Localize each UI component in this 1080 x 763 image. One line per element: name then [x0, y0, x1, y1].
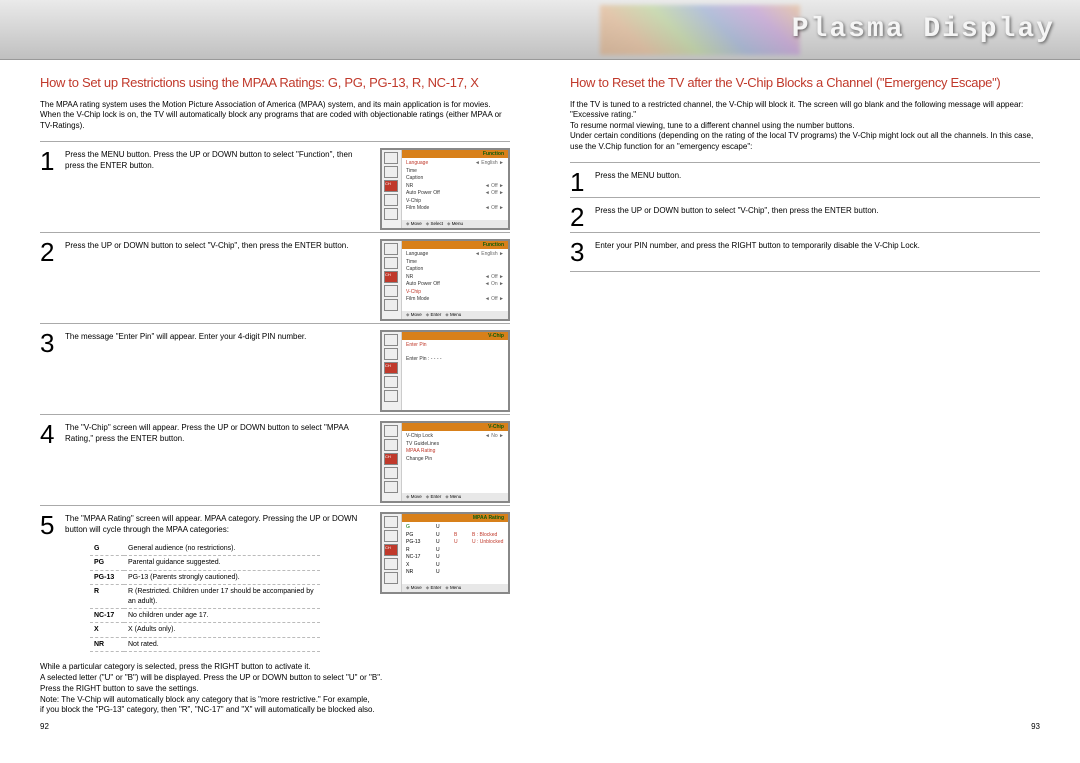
step-text: Press the UP or DOWN button to select "V…	[65, 239, 370, 252]
step-number: 2	[40, 239, 65, 265]
left-bottom-notes: While a particular category is selected,…	[40, 662, 510, 716]
step-text: The "V-Chip" screen will appear. Press t…	[65, 421, 370, 445]
step-text: Press the MENU button.	[595, 169, 1040, 182]
step-row: 4 The "V-Chip" screen will appear. Press…	[40, 414, 510, 505]
step-number: 2	[570, 204, 595, 230]
right-page: How to Reset the TV after the V-Chip Blo…	[540, 60, 1070, 726]
step-row: 2 Press the UP or DOWN button to select …	[570, 197, 1040, 232]
step-text: Press the UP or DOWN button to select "V…	[595, 204, 1040, 217]
left-section-title: How to Set up Restrictions using the MPA…	[40, 75, 510, 90]
osd-mpaa-rating-screenshot: CH MPAA Rating GU PGUBB : Blocked PG-13U…	[380, 512, 510, 594]
page-number-right: 93	[1031, 722, 1040, 731]
step-row: 3 The message "Enter Pin" will appear. E…	[40, 323, 510, 414]
table-row: NC-17No children under age 17.	[90, 608, 320, 622]
table-row: RR (Restricted. Children under 17 should…	[90, 585, 320, 609]
step-row: 1 Press the MENU button.	[570, 162, 1040, 197]
table-row: PG-13PG-13 (Parents strongly cautioned).	[90, 570, 320, 584]
step-text: The message "Enter Pin" will appear. Ent…	[65, 330, 370, 343]
step-number: 3	[570, 239, 595, 265]
header-title: Plasma Display	[792, 14, 1055, 45]
step-text: Enter your PIN number, and press the RIG…	[595, 239, 1040, 252]
step-number: 1	[40, 148, 65, 174]
step-row: 1 Press the MENU button. Press the UP or…	[40, 141, 510, 232]
left-intro: The MPAA rating system uses the Motion P…	[40, 100, 510, 131]
left-page: How to Set up Restrictions using the MPA…	[10, 60, 540, 726]
step-row: 2 Press the UP or DOWN button to select …	[40, 232, 510, 323]
right-intro: If the TV is tuned to a restricted chann…	[570, 100, 1040, 152]
step-number: 4	[40, 421, 65, 447]
osd-function-screenshot: CH Function Language◄ English ► Time Cap…	[380, 148, 510, 230]
header-graphic	[600, 5, 800, 55]
header-bar: Plasma Display	[0, 0, 1080, 60]
page-number-left: 92	[40, 722, 49, 731]
table-row: XX (Adults only).	[90, 623, 320, 637]
page-content: How to Set up Restrictions using the MPA…	[0, 60, 1080, 726]
step-text: The "MPAA Rating" screen will appear. MP…	[65, 512, 370, 652]
table-row: NRNot rated.	[90, 637, 320, 651]
osd-vchip-screenshot: CH V-Chip V-Chip Lock◄ No ► TV GuideLine…	[380, 421, 510, 503]
step-text: Press the MENU button. Press the UP or D…	[65, 148, 370, 172]
step-number: 1	[570, 169, 595, 195]
table-row: GGeneral audience (no restrictions).	[90, 542, 320, 556]
step-number: 3	[40, 330, 65, 356]
osd-function-screenshot: CH Function Language◄ English ► Time Cap…	[380, 239, 510, 321]
table-row: PGParental guidance suggested.	[90, 556, 320, 570]
step-row: 5 The "MPAA Rating" screen will appear. …	[40, 505, 510, 654]
step-row: 3 Enter your PIN number, and press the R…	[570, 232, 1040, 267]
right-section-title: How to Reset the TV after the V-Chip Blo…	[570, 75, 1040, 90]
step-number: 5	[40, 512, 65, 538]
mpaa-category-table: GGeneral audience (no restrictions). PGP…	[90, 542, 320, 653]
osd-enter-pin-screenshot: CH V-Chip Enter Pin Enter Pin : - - - -	[380, 330, 510, 412]
